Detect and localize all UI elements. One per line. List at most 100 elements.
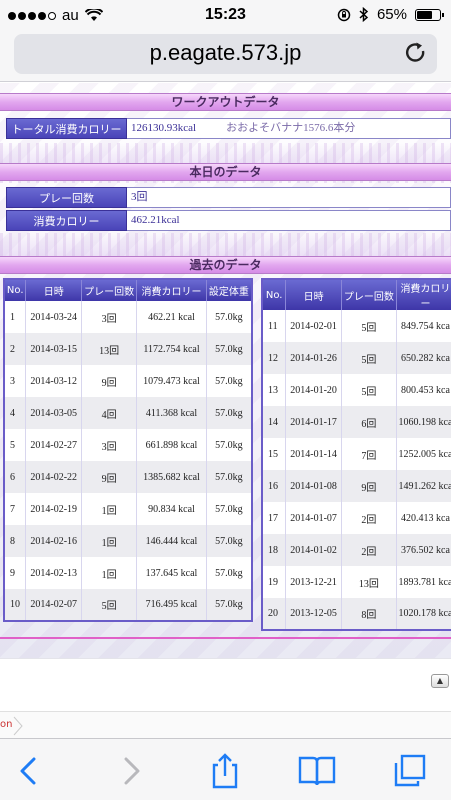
bluetooth-icon [359, 7, 369, 22]
cell-plays: 6回 [341, 406, 397, 438]
total-calories-value: 126130.93kcal おおよそバナナ1576.6本分 [127, 118, 451, 139]
table-row: 8 2014-02-16 1回 146.444 kcal 57.0kg [4, 525, 253, 557]
cell-date: 2014-02-27 [25, 429, 82, 461]
cell-calories: 1491.262 kca [396, 470, 451, 502]
cell-calories: 716.495 kcal [136, 589, 207, 621]
cell-no: 20 [262, 598, 287, 630]
cell-calories: 661.898 kcal [136, 429, 207, 461]
cell-plays: 7回 [341, 438, 397, 470]
url-text[interactable]: p.eagate.573.jp [14, 40, 437, 66]
cell-date: 2014-02-01 [285, 310, 342, 342]
share-icon[interactable] [205, 753, 245, 789]
address-bar-area: p.eagate.573.jp [0, 30, 451, 82]
cell-plays: 5回 [341, 374, 397, 406]
cell-no: 4 [4, 397, 27, 429]
today-calories-value: 462.21kcal [127, 210, 451, 231]
table-row: 12 2014-01-26 5回 650.282 kca [262, 342, 451, 374]
cell-calories: 1252.005 kca [396, 438, 451, 470]
table-row: 5 2014-02-27 3回 661.898 kcal 57.0kg [4, 429, 253, 461]
col-calories: 消費カロリー [396, 279, 451, 310]
table-row: 18 2014-01-02 2回 376.502 kca [262, 534, 451, 566]
cell-weight: 57.0kg [206, 429, 253, 461]
table-header-row: No. 日時 プレー回数 消費カロリー 設定体重 [4, 279, 253, 301]
cell-weight: 57.0kg [206, 525, 253, 557]
col-date: 日時 [285, 279, 342, 310]
cell-plays: 5回 [341, 310, 397, 342]
breadcrumb-link[interactable]: on [0, 719, 12, 730]
table-row: 7 2014-02-19 1回 90.834 kcal 57.0kg [4, 493, 253, 525]
cell-plays: 5回 [81, 589, 138, 621]
cell-date: 2013-12-05 [285, 598, 342, 630]
col-plays: プレー回数 [81, 279, 138, 301]
cell-date: 2014-02-19 [25, 493, 82, 525]
cell-no: 2 [4, 333, 27, 365]
cell-date: 2014-02-13 [25, 557, 82, 589]
cell-date: 2014-01-20 [285, 374, 342, 406]
cell-weight: 57.0kg [206, 333, 253, 365]
cell-calories: 420.413 kca [396, 502, 451, 534]
cell-plays: 2回 [341, 502, 397, 534]
cell-date: 2014-01-17 [285, 406, 342, 438]
cell-plays: 13回 [81, 333, 138, 365]
table-row: 10 2014-02-07 5回 716.495 kcal 57.0kg [4, 589, 253, 621]
cell-no: 7 [4, 493, 27, 525]
cell-calories: 800.453 kca [396, 374, 451, 406]
banana-note: おおよそバナナ1576.6本分 [226, 122, 356, 134]
cell-no: 17 [262, 502, 287, 534]
page-footer: ▲ on [0, 658, 451, 738]
col-no: No. [262, 279, 287, 310]
scroll-top-button[interactable]: ▲ [431, 674, 449, 688]
table-row: 19 2013-12-21 13回 1893.781 kca [262, 566, 451, 598]
cell-plays: 8回 [341, 598, 397, 630]
web-content: ワークアウトデータ トータル消費カロリー 126130.93kcal おおよそバナ… [0, 83, 451, 738]
table-row: 16 2014-01-08 9回 1491.262 kca [262, 470, 451, 502]
cell-weight: 57.0kg [206, 589, 253, 621]
book-icon[interactable] [297, 753, 337, 789]
table-row: 9 2014-02-13 1回 137.645 kcal 57.0kg [4, 557, 253, 589]
cell-date: 2014-03-12 [25, 365, 82, 397]
cell-no: 19 [262, 566, 287, 598]
cell-calories: 1079.473 kcal [136, 365, 207, 397]
status-right: 65% [337, 6, 444, 23]
cell-no: 16 [262, 470, 287, 502]
past-heading: 過去のデータ [0, 256, 451, 274]
cell-date: 2014-02-22 [25, 461, 82, 493]
today-heading: 本日のデータ [0, 163, 451, 181]
today-calories-row: 消費カロリー 462.21kcal [6, 210, 451, 231]
past-data-table-left: No. 日時 プレー回数 消費カロリー 設定体重 1 2014-03-24 3回 46… [3, 278, 253, 622]
tabs-icon[interactable] [390, 753, 430, 789]
cell-calories: 90.834 kcal [136, 493, 207, 525]
total-calories-number: 126130.93kcal [131, 122, 197, 134]
cell-plays: 1回 [81, 557, 138, 589]
cell-plays: 2回 [341, 534, 397, 566]
cell-date: 2013-12-21 [285, 566, 342, 598]
workout-heading: ワークアウトデータ [0, 93, 451, 111]
total-calories-label: トータル消費カロリー [6, 118, 127, 139]
chevron-left-icon[interactable] [10, 753, 50, 789]
table-row: 15 2014-01-14 7回 1252.005 kca [262, 438, 451, 470]
col-plays: プレー回数 [341, 279, 397, 310]
cell-date: 2014-03-15 [25, 333, 82, 365]
cell-weight: 57.0kg [206, 461, 253, 493]
cell-weight: 57.0kg [206, 397, 253, 429]
cell-no: 15 [262, 438, 287, 470]
table-row: 11 2014-02-01 5回 849.754 kca [262, 310, 451, 342]
cell-weight: 57.0kg [206, 301, 253, 333]
address-bar[interactable]: p.eagate.573.jp [14, 34, 437, 74]
cell-calories: 137.645 kcal [136, 557, 207, 589]
cell-plays: 3回 [81, 301, 138, 333]
cell-no: 11 [262, 310, 287, 342]
cell-date: 2014-01-02 [285, 534, 342, 566]
cell-no: 9 [4, 557, 27, 589]
cell-date: 2014-01-07 [285, 502, 342, 534]
table-row: 20 2013-12-05 8回 1020.178 kca [262, 598, 451, 630]
cell-calories: 849.754 kca [396, 310, 451, 342]
page-divider [0, 637, 451, 639]
status-bar: au 15:23 65% [0, 0, 451, 30]
reload-icon[interactable] [403, 40, 429, 66]
table-row: 2 2014-03-15 13回 1172.754 kcal 57.0kg [4, 333, 253, 365]
chevron-right-icon[interactable] [110, 753, 150, 789]
cell-date: 2014-01-26 [285, 342, 342, 374]
col-weight: 設定体重 [206, 279, 253, 301]
cell-plays: 4回 [81, 397, 138, 429]
